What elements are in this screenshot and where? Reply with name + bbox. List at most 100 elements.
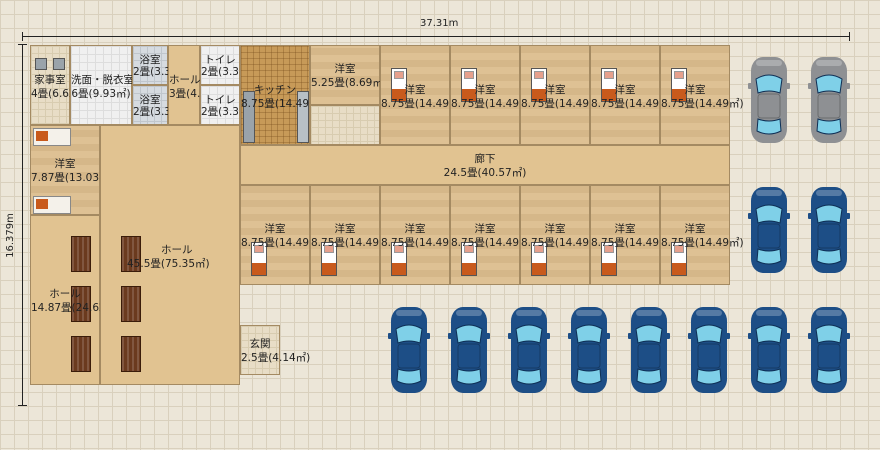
car-icon <box>808 305 850 395</box>
height-dimension-label: 16.379m <box>4 213 16 258</box>
room-yoshitsu-bottom-5[interactable]: 洋室 8.75畳(14.49㎡) <box>520 185 604 285</box>
room-area: 8.75畳(14.49㎡) <box>521 237 604 249</box>
shelf-icon <box>33 196 71 214</box>
room-area: 7.87畳(13.03㎡) <box>31 172 114 184</box>
room-area: 2畳(3.31㎡) <box>133 106 193 118</box>
room-name: トイレ <box>204 94 236 106</box>
room-yoshitsu-bottom-3[interactable]: 洋室 8.75畳(14.49㎡) <box>380 185 464 285</box>
room-area: 2畳(3.31㎡) <box>201 66 261 78</box>
room-area: 8.75畳(14.49㎡) <box>381 237 464 249</box>
room-area: 2畳(3.31㎡) <box>201 106 261 118</box>
room-hall-left[interactable]: ホール 14.87畳(24.62㎡) <box>30 215 121 385</box>
room-name: 洋室 <box>544 84 566 96</box>
room-area: 8.75畳(14.49㎡) <box>241 98 324 110</box>
car-icon <box>568 305 610 395</box>
room-area: 3畳(4.96㎡) <box>169 88 229 100</box>
room-name: 洋室 <box>404 84 426 96</box>
room-name: 洋室 <box>684 84 706 96</box>
width-dimension-label: 37.31m <box>420 18 459 29</box>
table-icon <box>71 336 91 372</box>
room-name: 洋室 <box>404 223 426 235</box>
room-name: ホール <box>49 288 81 300</box>
room-area: 8.75畳(14.49㎡) <box>381 98 464 110</box>
table-icon <box>71 236 91 272</box>
car-icon <box>748 185 790 275</box>
room-name: 洋室 <box>614 84 636 96</box>
room-yoshitsu-left[interactable]: 洋室 7.87畳(13.03㎡) <box>30 125 114 215</box>
room-yokushitsu-1[interactable]: 浴室 2畳(3.31㎡) <box>132 45 193 85</box>
room-yoshitsu-bottom-2[interactable]: 洋室 8.75畳(14.49㎡) <box>310 185 394 285</box>
room-name: 洋室 <box>544 223 566 235</box>
room-area: 8.75畳(14.49㎡) <box>591 98 674 110</box>
room-area: 24.5畳(40.57㎡) <box>443 167 527 179</box>
room-area: 8.75畳(14.49㎡) <box>661 237 744 249</box>
appliance-icon <box>53 58 65 70</box>
height-dimension-tick-bottom <box>18 405 27 406</box>
room-yoshitsu-top-2[interactable]: 洋室 8.75畳(14.49㎡) <box>450 45 534 145</box>
room-storage <box>310 105 380 145</box>
room-area: 8.75畳(14.49㎡) <box>451 237 534 249</box>
car-icon <box>808 55 850 145</box>
room-name: 浴室 <box>139 94 161 106</box>
room-area: 8.75畳(14.49㎡) <box>241 237 324 249</box>
room-name: 洋室 <box>684 223 706 235</box>
car-icon <box>808 185 850 275</box>
car-icon <box>628 305 670 395</box>
room-name: ホール <box>161 244 193 256</box>
car-icon <box>748 55 790 145</box>
height-dimension-line <box>22 44 23 406</box>
room-area: 45.5畳(75.35㎡) <box>127 258 210 270</box>
room-toilet-1[interactable]: トイレ 2畳(3.31㎡) <box>200 45 261 85</box>
room-yoshitsu-small[interactable]: 洋室 5.25畳(8.69㎡) <box>310 45 387 105</box>
room-name: 洋室 <box>474 84 496 96</box>
room-name: 浴室 <box>139 54 161 66</box>
room-yoshitsu-top-1[interactable]: 洋室 8.75畳(14.49㎡) <box>380 45 464 145</box>
room-yoshitsu-top-4[interactable]: 洋室 8.75畳(14.49㎡) <box>590 45 674 145</box>
car-icon <box>388 305 430 395</box>
car-icon <box>688 305 730 395</box>
room-name: 洋室 <box>334 63 356 75</box>
room-area: 2畳(3.31㎡) <box>133 66 193 78</box>
appliance-icon <box>35 58 47 70</box>
room-name: 家事室 <box>34 74 66 86</box>
room-hall-small[interactable]: ホール 3畳(4.96㎡) <box>168 45 229 125</box>
room-name: 廊下 <box>474 153 496 165</box>
room-yoshitsu-top-3[interactable]: 洋室 8.75畳(14.49㎡) <box>520 45 604 145</box>
room-rouka[interactable]: 廊下 24.5畳(40.57㎡) <box>240 145 730 185</box>
width-dimension-tick-right <box>849 32 850 41</box>
room-area: 4畳(6.62㎡) <box>31 88 91 100</box>
car-icon <box>448 305 490 395</box>
room-hall-main[interactable]: ホール 45.5畳(75.35㎡) <box>100 125 240 385</box>
room-kitchen[interactable]: キッチン 8.75畳(14.49㎡) <box>240 45 324 145</box>
room-toilet-2[interactable]: トイレ 2畳(3.31㎡) <box>200 85 261 125</box>
room-name: 洋室 <box>614 223 636 235</box>
height-dimension-tick-top <box>18 44 27 45</box>
room-name: 洋室 <box>54 158 76 170</box>
room-yoshitsu-bottom-7[interactable]: 洋室 8.75畳(14.49㎡) <box>660 185 744 285</box>
room-name: 洋室 <box>264 223 286 235</box>
width-dimension-tick-left <box>22 32 23 41</box>
room-genkan[interactable]: 玄関 2.5畳(4.14㎡) <box>240 325 311 375</box>
room-area: 8.75畳(14.49㎡) <box>451 98 534 110</box>
width-dimension-line <box>22 36 850 37</box>
room-senmen[interactable]: 洗面・脱衣室 6畳(9.93㎡) <box>70 45 134 125</box>
room-name: 洗面・脱衣室 <box>71 74 134 86</box>
room-area: 5.25畳(8.69㎡) <box>311 77 387 89</box>
room-area: 8.75畳(14.49㎡) <box>661 98 744 110</box>
room-area: 8.75畳(14.49㎡) <box>521 98 604 110</box>
room-yokushitsu-2[interactable]: 浴室 2畳(3.31㎡) <box>132 85 193 125</box>
room-area: 6畳(9.93㎡) <box>71 88 131 100</box>
room-yoshitsu-bottom-6[interactable]: 洋室 8.75畳(14.49㎡) <box>590 185 674 285</box>
room-area: 2.5畳(4.14㎡) <box>241 352 311 364</box>
car-icon <box>508 305 550 395</box>
car-icon <box>748 305 790 395</box>
room-yoshitsu-top-5[interactable]: 洋室 8.75畳(14.49㎡) <box>660 45 744 145</box>
room-area: 14.87畳(24.62㎡) <box>31 302 121 314</box>
room-yoshitsu-bottom-4[interactable]: 洋室 8.75畳(14.49㎡) <box>450 185 534 285</box>
room-kajishitsu[interactable]: 家事室 4畳(6.62㎡) <box>30 45 91 125</box>
room-name: トイレ <box>204 54 236 66</box>
shelf-icon <box>33 128 71 146</box>
room-yoshitsu-bottom-1[interactable]: 洋室 8.75畳(14.49㎡) <box>240 185 324 285</box>
room-name: 玄関 <box>249 338 271 350</box>
room-name: キッチン <box>254 84 296 96</box>
